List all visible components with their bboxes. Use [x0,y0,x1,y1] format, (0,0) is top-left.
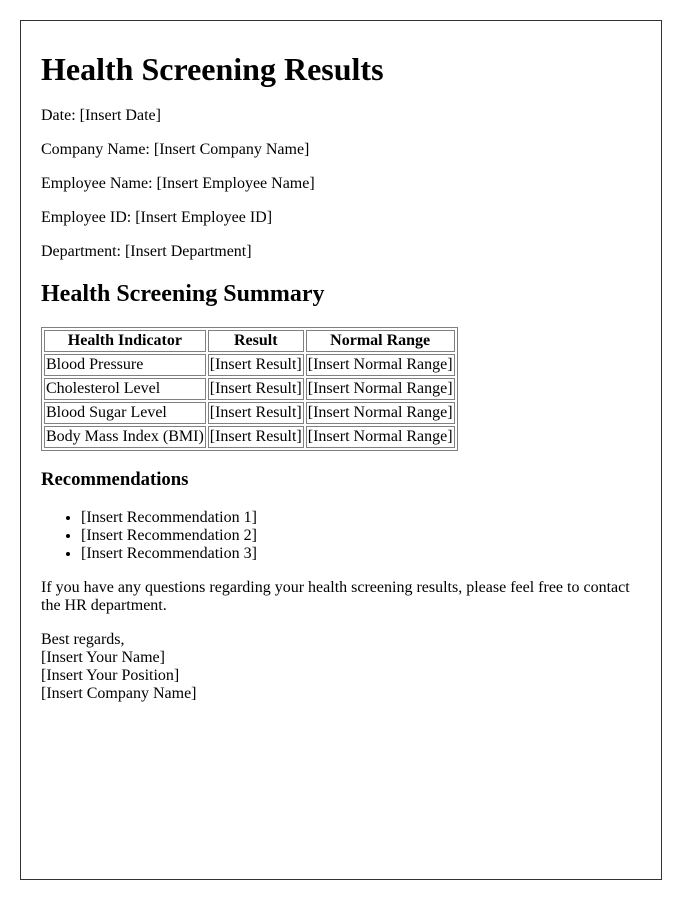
indicator-cell: Body Mass Index (BMI) [44,426,206,449]
summary-heading: Health Screening Summary [41,280,325,307]
result-cell: [Insert Result] [207,378,304,401]
table-row: Blood Sugar Level [Insert Result] [Inser… [44,402,455,425]
table-row: Body Mass Index (BMI) [Insert Result] [I… [44,426,455,449]
table-row: Blood Pressure [Insert Result] [Insert N… [44,354,455,377]
list-item: [Insert Recommendation 1] [81,509,641,527]
employee-name-field: Employee Name: [Insert Employee Name] [41,174,315,192]
letter-container: Health Screening Results Date: [Insert D… [20,20,662,880]
date-field: Date: [Insert Date] [41,106,161,124]
column-header: Health Indicator [44,330,206,353]
recommendations-heading: Recommendations [41,469,189,491]
table-header-row: Health Indicator Result Normal Range [44,330,455,353]
indicator-cell: Blood Sugar Level [44,402,206,425]
indicator-cell: Blood Pressure [44,354,206,377]
signer-company: [Insert Company Name] [41,684,197,702]
normal-range-cell: [Insert Normal Range] [305,426,455,449]
department-field: Department: [Insert Department] [41,242,252,260]
normal-range-cell: [Insert Normal Range] [305,402,455,425]
list-item: [Insert Recommendation 3] [81,545,641,563]
employee-id-field: Employee ID: [Insert Employee ID] [41,208,273,226]
company-name-field: Company Name: [Insert Company Name] [41,140,310,158]
indicator-cell: Cholesterol Level [44,378,206,401]
table-row: Cholesterol Level [Insert Result] [Inser… [44,378,455,401]
column-header: Normal Range [305,330,455,353]
result-cell: [Insert Result] [207,402,304,425]
normal-range-cell: [Insert Normal Range] [305,354,455,377]
result-cell: [Insert Result] [207,426,304,449]
normal-range-cell: [Insert Normal Range] [305,378,455,401]
result-cell: [Insert Result] [207,354,304,377]
signature-block: Best regards, [Insert Your Name] [Insert… [41,631,641,703]
closing-paragraph: If you have any questions regarding your… [41,578,630,614]
results-table: Health Indicator Result Normal Range Blo… [41,327,458,452]
salutation: Best regards, [41,630,125,648]
page-title: Health Screening Results [41,51,384,87]
column-header: Result [207,330,304,353]
recommendations-list: [Insert Recommendation 1] [Insert Recomm… [41,509,641,563]
list-item: [Insert Recommendation 2] [81,527,641,545]
signer-name: [Insert Your Name] [41,648,165,666]
signer-position: [Insert Your Position] [41,666,180,684]
